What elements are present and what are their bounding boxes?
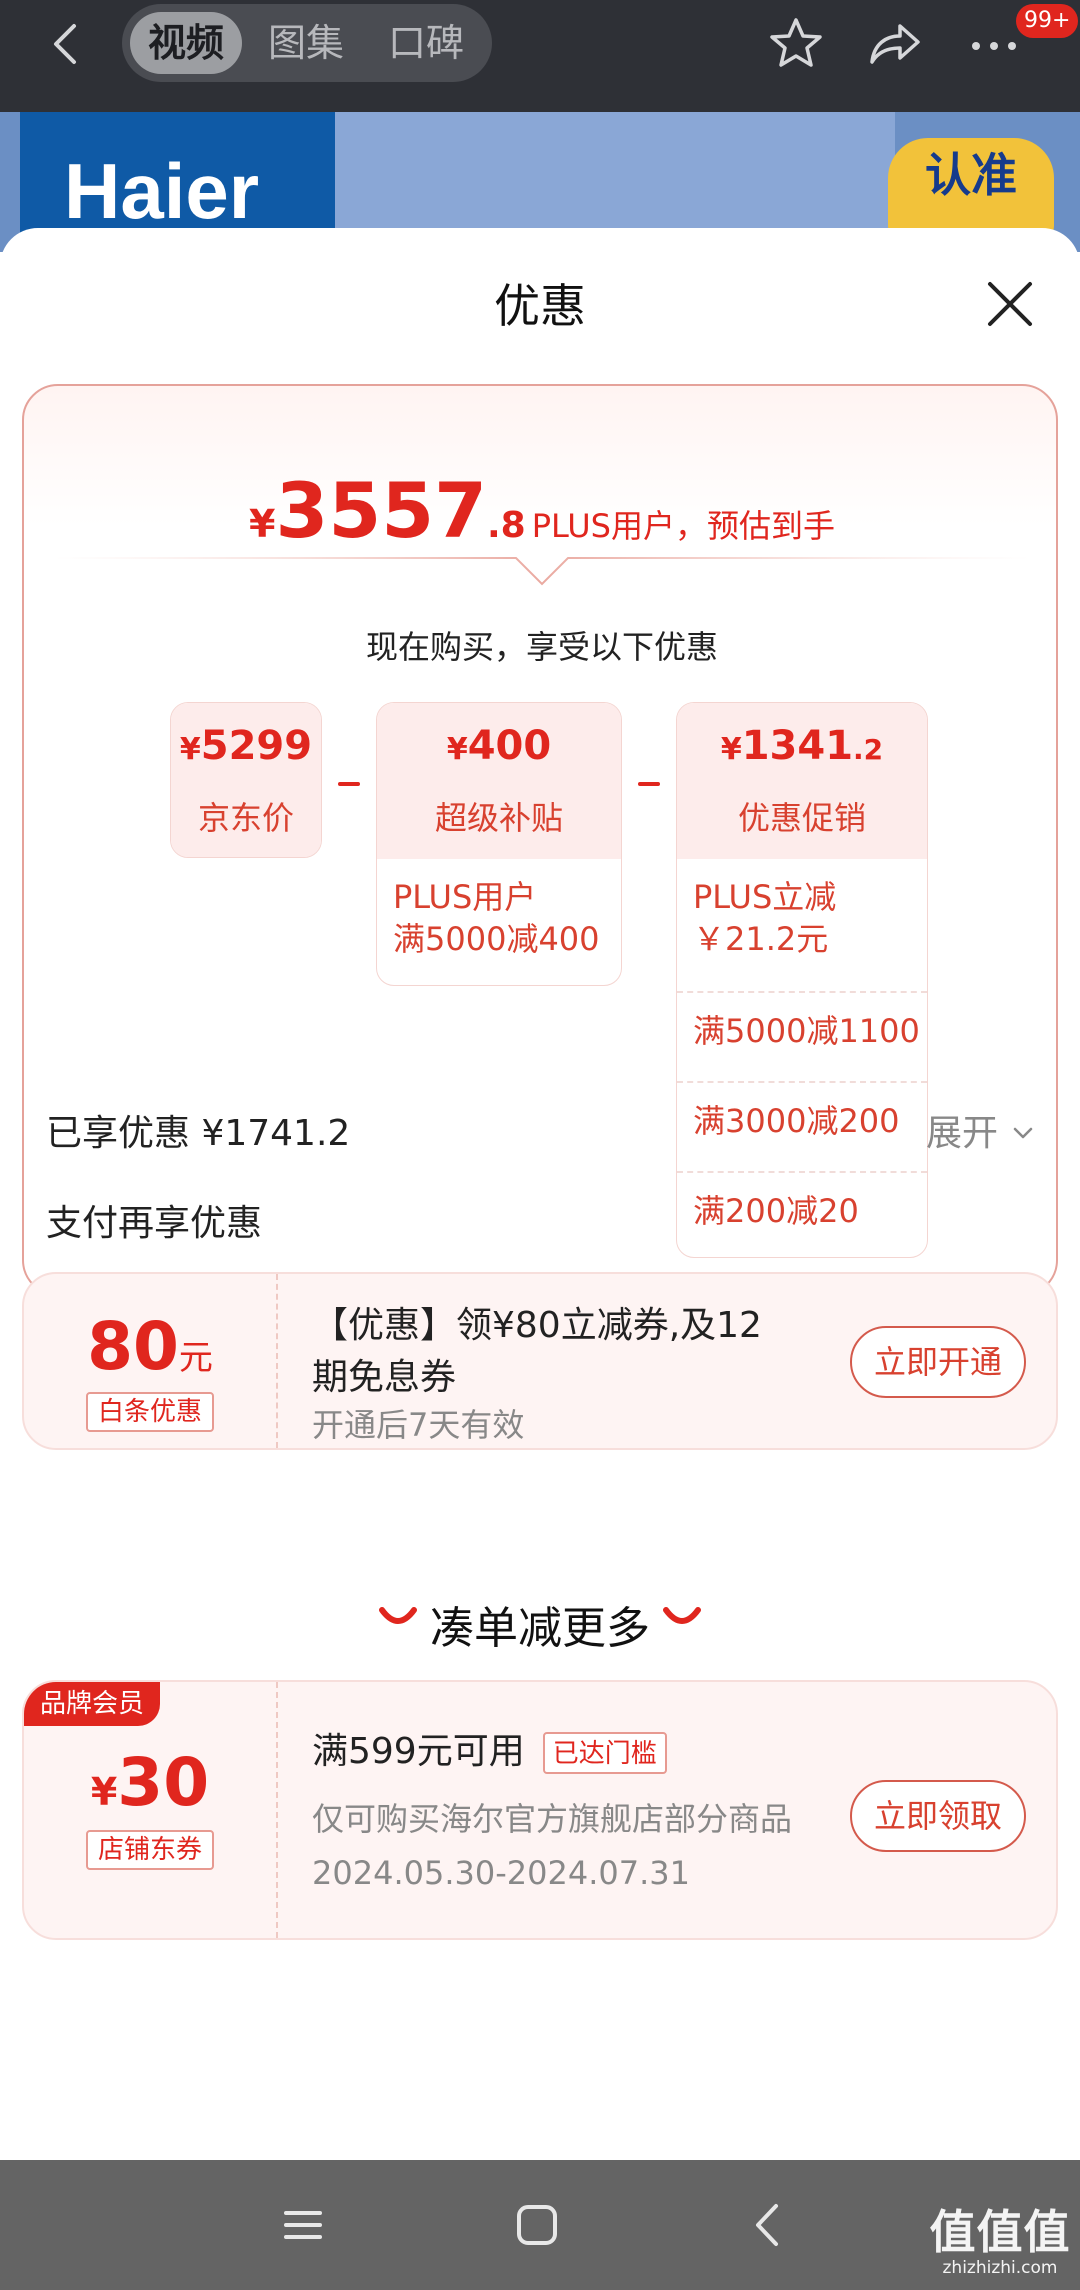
promotion-detail-1b: ￥21.2元: [693, 920, 829, 958]
home-icon[interactable]: [502, 2190, 572, 2260]
more-icon[interactable]: [964, 14, 1024, 74]
pay-section-title: 支付再享优惠: [46, 1203, 263, 1244]
subsidy-value: ¥400: [377, 723, 621, 769]
star-icon[interactable]: [766, 14, 826, 74]
divider: [677, 1171, 927, 1173]
brand-member-badge: 品牌会员: [24, 1682, 161, 1726]
subsidy-detail-1: PLUS用户: [393, 878, 537, 916]
enjoyed-discount-total: 已享优惠 ¥1741.2: [46, 1113, 351, 1154]
message-badge: 99+: [1016, 4, 1079, 38]
minus-sign: [338, 782, 360, 786]
promotion-amount: 1341: [741, 723, 854, 769]
system-nav-bar: [0, 2160, 1080, 2290]
coupon-divider: [276, 1682, 278, 1938]
subsidy-yen: ¥: [446, 732, 468, 767]
coupon-divider: [276, 1274, 278, 1448]
price-breakdown-card: ¥3557.8 PLUS用户，预估到手 现在购买，享受以下优惠 ¥5299 京东价…: [22, 384, 1058, 1296]
promotion-yen: ¥: [720, 732, 742, 767]
baitiao-title-line1: 【优惠】领¥80立减券,及12: [312, 1305, 762, 1346]
baitiao-validity: 开通后7天有效: [312, 1406, 525, 1444]
price-integer: 3557: [275, 466, 487, 555]
promotion-decimal: .2: [853, 733, 884, 766]
nav-back-icon[interactable]: [734, 2190, 804, 2260]
price-decimal: .8: [486, 505, 526, 546]
store-coupon-title: 满599元可用: [312, 1731, 525, 1772]
promotion-value: ¥1341.2: [677, 723, 927, 769]
share-icon[interactable]: [864, 14, 924, 74]
watermark-text: 值值值: [929, 2205, 1071, 2259]
tab-reviews[interactable]: 口碑: [370, 12, 482, 74]
promotion-box: ¥1341.2 优惠促销 PLUS立减 ￥21.2元 满5000减1100 满3…: [676, 702, 928, 1258]
jd-price-value: ¥5299: [171, 723, 321, 769]
jd-price-box: ¥5299 京东价: [170, 702, 322, 858]
subsidy-detail-2: 满5000减400: [393, 920, 600, 958]
store-coupon-title-row: 满599元可用 已达门槛: [312, 1726, 667, 1778]
estimated-price: ¥3557.8 PLUS用户，预估到手: [24, 466, 1060, 555]
store-coupon-card: 品牌会员 ¥30 店铺东券 满599元可用 已达门槛 仅可购买海尔官方旗舰店部分商…: [22, 1680, 1058, 1940]
expand-button[interactable]: 展开: [926, 1104, 998, 1156]
promotion-detail-1: PLUS立减: [693, 878, 837, 916]
store-coupon-scope: 仅可购买海尔官方旗舰店部分商品: [312, 1800, 793, 1838]
price-currency: ¥: [249, 502, 276, 546]
promotion-detail-4: 满200减20: [693, 1192, 859, 1230]
claim-button[interactable]: 立即领取: [850, 1780, 1026, 1852]
store-coupon-number: 30: [117, 1744, 210, 1821]
baitiao-tag: 白条优惠: [86, 1392, 214, 1432]
subsidy-amount: 400: [467, 723, 552, 769]
baitiao-amount: 80元: [24, 1308, 276, 1385]
baitiao-coupon-card: 80元 白条优惠 【优惠】领¥80立减券,及12 期免息券 开通后7天有效 立即…: [22, 1272, 1058, 1450]
bundle-section-title: 凑单减更多: [430, 1603, 650, 1654]
back-icon[interactable]: [40, 16, 96, 72]
breakdown-subtitle: 现在购买，享受以下优惠: [365, 628, 718, 666]
chevron-down-icon[interactable]: [1012, 1122, 1034, 1144]
subsidy-label: 超级补贴: [434, 799, 563, 837]
tab-video[interactable]: 视频: [130, 12, 242, 74]
discount-sheet: 优惠 ¥3557.8 PLUS用户，预估到手 现在购买，享受以下优惠 ¥5299 …: [0, 228, 1080, 2160]
jd-price-amount: 5299: [200, 723, 313, 769]
store-coupon-amount: ¥30: [24, 1744, 276, 1821]
watermark: 值值值 zhizhizhi.com: [926, 2196, 1074, 2278]
top-tab-group: 视频 图集 口碑: [122, 4, 492, 82]
store-coupon-tag: 店铺东券: [86, 1830, 214, 1870]
jd-price-yen: ¥: [179, 732, 201, 767]
jd-price-label: 京东价: [197, 799, 294, 837]
activate-button[interactable]: 立即开通: [850, 1326, 1026, 1398]
divider: [677, 1081, 927, 1083]
promotion-label: 优惠促销: [737, 799, 866, 837]
price-suffix: PLUS用户，预估到手: [531, 507, 835, 545]
menu-icon[interactable]: [268, 2190, 338, 2260]
promotion-detail-2: 满5000减1100: [693, 1012, 920, 1050]
store-coupon-period: 2024.05.30-2024.07.31: [312, 1854, 690, 1892]
threshold-tag: 已达门槛: [542, 1732, 667, 1774]
store-coupon-yen: ¥: [90, 1770, 118, 1814]
baitiao-amount-unit: 元: [178, 1338, 213, 1378]
close-icon[interactable]: [980, 274, 1040, 334]
sheet-title: 优惠: [494, 279, 586, 333]
top-bar: 视频 图集 口碑 99+: [0, 0, 1080, 112]
subsidy-box: ¥400 超级补贴 PLUS用户 满5000减400: [376, 702, 622, 986]
authentic-badge: 认准: [888, 138, 1054, 238]
baitiao-title-line2: 期免息券: [312, 1357, 457, 1398]
baitiao-amount-number: 80: [87, 1308, 179, 1385]
promotion-detail-3: 满3000减200: [693, 1102, 900, 1140]
watermark-domain: zhizhizhi.com: [942, 2258, 1058, 2278]
smile-icon: [663, 1607, 701, 1624]
tab-gallery[interactable]: 图集: [250, 12, 362, 74]
minus-sign: [638, 782, 660, 786]
price-divider: [54, 557, 1030, 586]
divider: [677, 991, 927, 993]
